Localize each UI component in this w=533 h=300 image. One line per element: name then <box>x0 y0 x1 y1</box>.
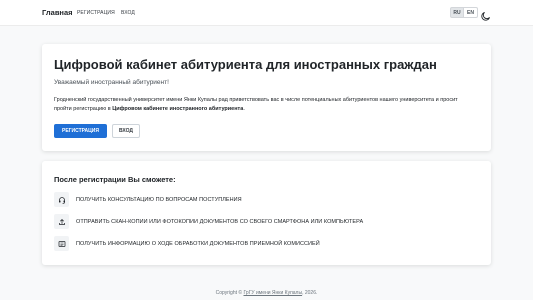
top-navbar: Главная РЕГИСТРАЦИЯ ВХОД RU EN <box>0 0 533 26</box>
register-button[interactable]: РЕГИСТРАЦИЯ <box>54 124 107 138</box>
features-title: После регистрации Вы сможете: <box>54 175 176 184</box>
hero-card: Цифровой кабинет абитуриента для иностра… <box>42 44 491 151</box>
brand-link[interactable]: Главная <box>42 8 73 17</box>
footer-year: , 2026. <box>302 290 318 296</box>
hero-text-bold: Цифровом кабинете иностранного абитуриен… <box>112 105 244 112</box>
features-card: После регистрации Вы сможете: ПОЛУЧИТЬ К… <box>42 161 491 265</box>
nav-register-link[interactable]: РЕГИСТРАЦИЯ <box>77 10 115 16</box>
document-icon <box>54 236 69 251</box>
feature-text: ОТПРАВИТЬ СКАН-КОПИИ ИЛИ ФОТОКОПИИ ДОКУМ… <box>76 218 364 225</box>
moon-icon[interactable] <box>481 8 490 21</box>
feature-item-status: ПОЛУЧИТЬ ИНФОРМАЦИЮ О ХОДЕ ОБРАБОТКИ ДОК… <box>54 236 320 251</box>
footer-copyright: Copyright © <box>215 290 244 296</box>
feature-item-upload: ОТПРАВИТЬ СКАН-КОПИИ ИЛИ ФОТОКОПИИ ДОКУМ… <box>54 214 363 229</box>
headset-icon <box>54 192 69 207</box>
footer-university-link[interactable]: ГрГУ имени Янки Купалы <box>243 290 302 296</box>
nav-login-link[interactable]: ВХОД <box>121 10 135 16</box>
language-switcher: RU EN <box>450 7 478 18</box>
hero-description: Гродненский государственный университет … <box>54 96 474 113</box>
lang-en-button[interactable]: EN <box>464 7 478 18</box>
login-button[interactable]: ВХОД <box>112 124 140 138</box>
lang-ru-button[interactable]: RU <box>450 7 464 18</box>
feature-text: ПОЛУЧИТЬ ИНФОРМАЦИЮ О ХОДЕ ОБРАБОТКИ ДОК… <box>76 240 320 247</box>
hero-lead: Уважаемый иностранный абитуриент! <box>54 79 169 86</box>
feature-text: ПОЛУЧИТЬ КОНСУЛЬТАЦИЮ ПО ВОПРОСАМ ПОСТУП… <box>76 196 242 203</box>
upload-icon <box>54 214 69 229</box>
feature-item-consultation: ПОЛУЧИТЬ КОНСУЛЬТАЦИЮ ПО ВОПРОСАМ ПОСТУП… <box>54 192 242 207</box>
hero-text-end: . <box>243 105 245 112</box>
page-title: Цифровой кабинет абитуриента для иностра… <box>54 57 437 72</box>
footer: Copyright © ГрГУ имени Янки Купалы, 2026… <box>0 290 533 296</box>
